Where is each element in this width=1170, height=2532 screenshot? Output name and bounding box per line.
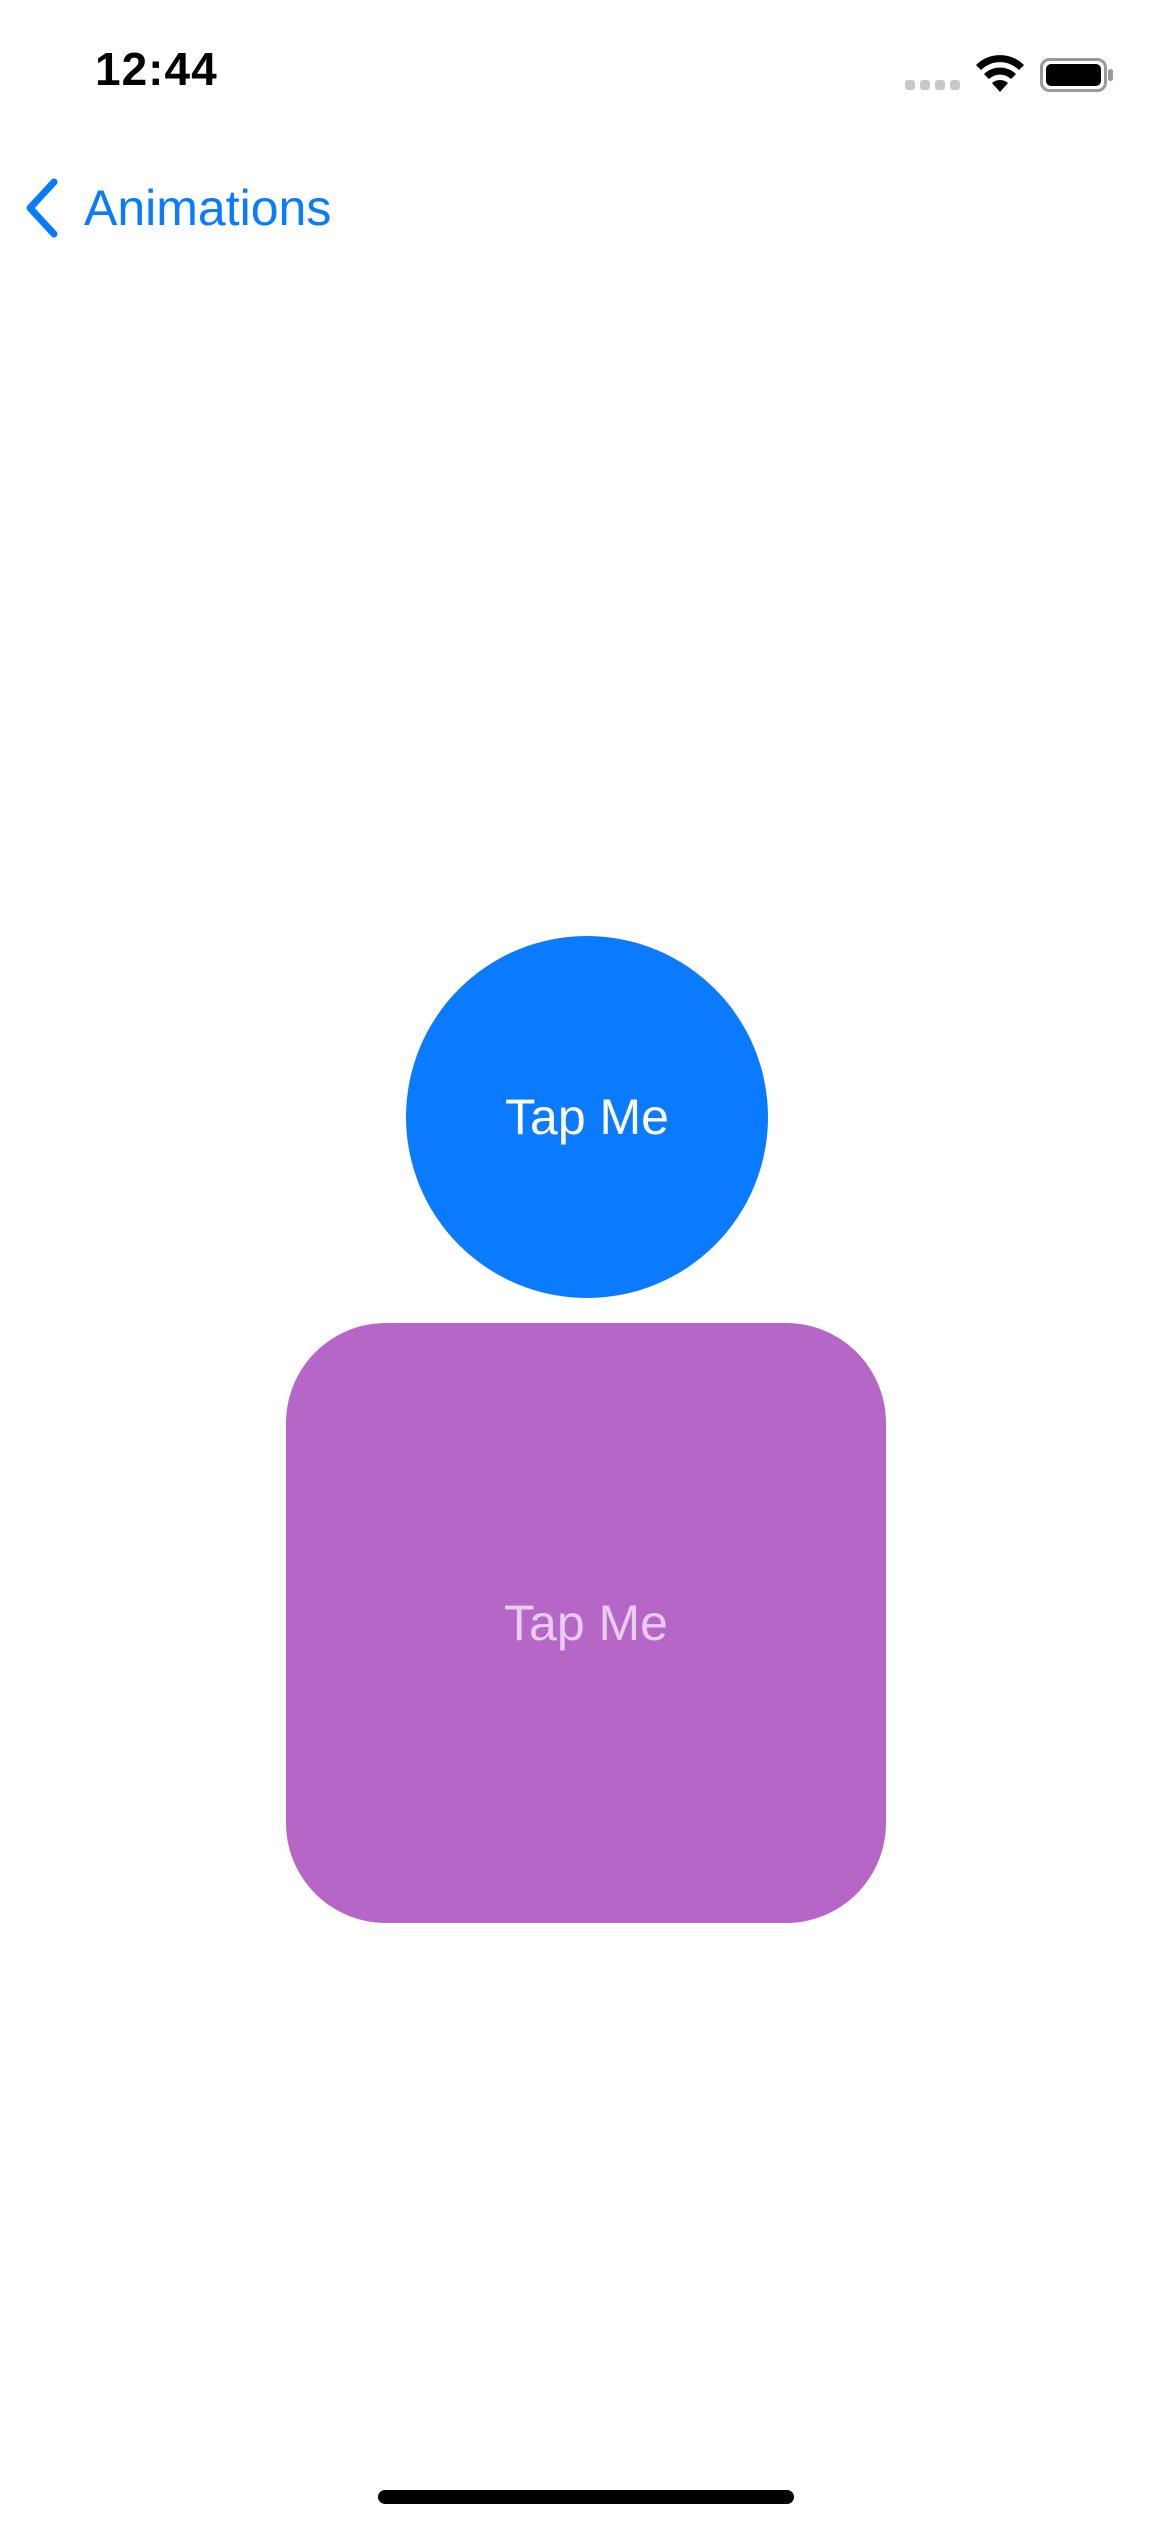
- circle-tap-button[interactable]: Tap Me: [406, 936, 768, 1298]
- circle-button-label: Tap Me: [505, 1089, 669, 1145]
- status-bar: 12:44: [0, 0, 1170, 150]
- home-indicator[interactable]: [378, 2490, 794, 2504]
- cellular-signal-icon: [905, 80, 960, 90]
- square-button-label: Tap Me: [504, 1595, 668, 1651]
- square-tap-button[interactable]: Tap Me: [286, 1323, 886, 1923]
- back-button-label: Animations: [84, 179, 332, 236]
- back-button[interactable]: Animations: [22, 170, 331, 245]
- chevron-left-icon: [26, 178, 58, 237]
- battery-icon: [1040, 58, 1113, 92]
- status-time: 12:44: [95, 43, 218, 95]
- wifi-icon: [976, 55, 1024, 92]
